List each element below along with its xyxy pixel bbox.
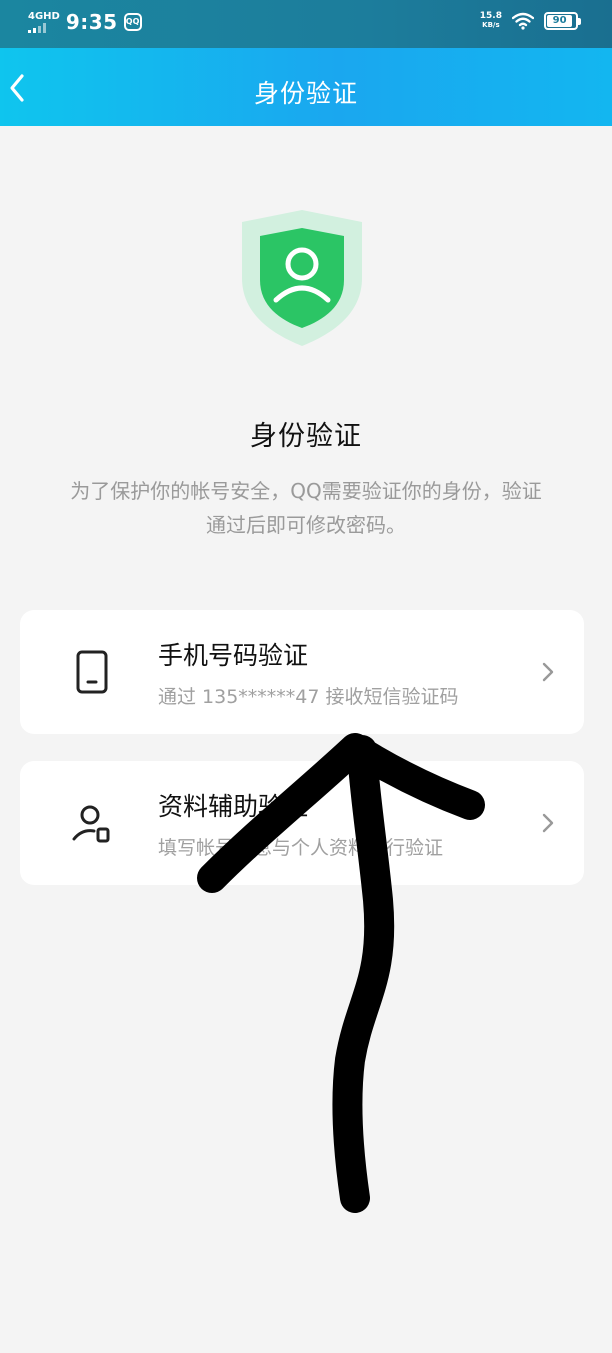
network-type: 4GHD — [28, 10, 60, 22]
nav-title: 身份验证 — [253, 79, 358, 108]
page-description: 为了保护你的帐号安全，QQ需要验证你的身份，验证通过后即可修改密码。 — [70, 479, 542, 537]
wifi-icon — [512, 12, 534, 30]
qq-notification-icon: QQ — [123, 13, 142, 31]
network-indicator: 4GHD — [28, 10, 60, 33]
status-time: 9:35 — [65, 10, 118, 34]
chevron-right-icon — [542, 662, 554, 682]
status-bar: 4GHD 9:35 QQ 15.8 KB/s 90 — [0, 0, 612, 48]
phone-verification-option[interactable]: 手机号码验证 通过 135******47 接收短信验证码 — [20, 610, 584, 734]
signal-icon — [28, 22, 60, 33]
phone-icon — [76, 650, 108, 694]
nav-bar: 身份验证 — [0, 48, 612, 126]
profile-verification-option[interactable]: 资料辅助验证 填写帐号信息与个人资料进行验证 — [20, 761, 584, 885]
user-profile-icon — [72, 805, 110, 843]
shield-user-icon — [242, 210, 362, 346]
network-speed-value: 15.8 — [479, 11, 502, 21]
chevron-right-icon — [542, 813, 554, 833]
option-title: 资料辅助验证 — [158, 792, 309, 821]
option-title: 手机号码验证 — [158, 641, 309, 670]
battery-level: 90 — [547, 15, 573, 27]
option-subtitle: 填写帐号信息与个人资料进行验证 — [158, 837, 444, 859]
network-speed-unit: KB/s — [482, 21, 500, 29]
page-heading: 身份验证 — [250, 421, 362, 452]
header-background: 4GHD 9:35 QQ 15.8 KB/s 90 身份验证 — [0, 0, 612, 126]
battery-icon: 90 — [544, 12, 581, 30]
network-speed: 15.8 KB/s — [480, 12, 502, 30]
option-subtitle: 通过 135******47 接收短信验证码 — [158, 686, 459, 708]
